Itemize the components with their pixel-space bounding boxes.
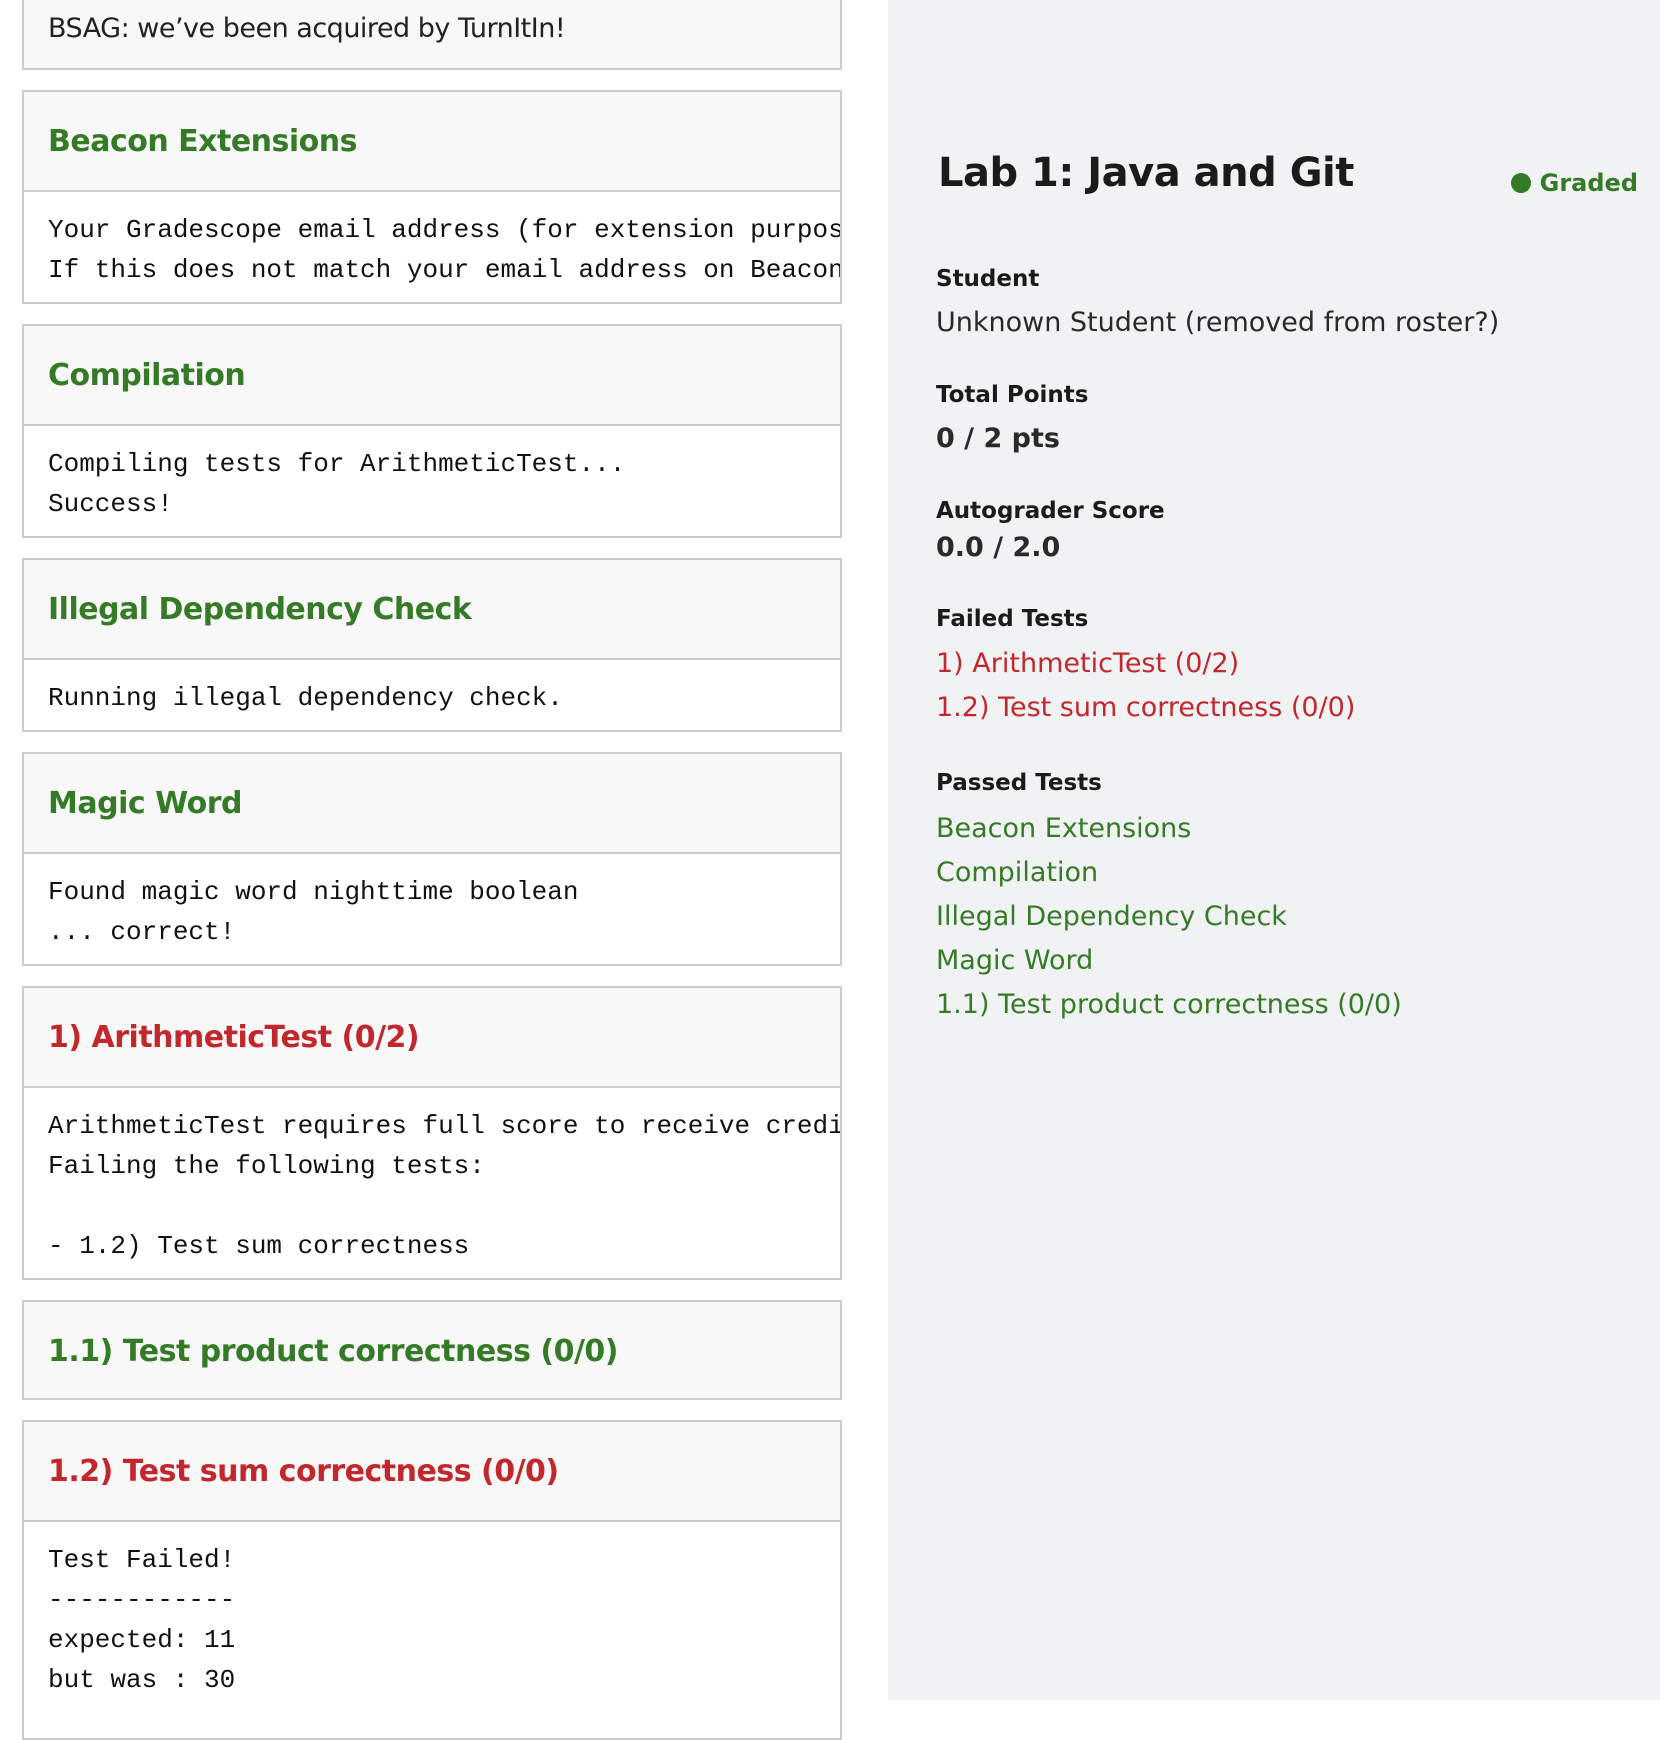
- total-points-value: 0 / 2 pts: [936, 423, 1060, 454]
- output-section-magic-word: Magic Word Found magic word nighttime bo…: [22, 752, 842, 966]
- passed-test-link[interactable]: Compilation: [936, 857, 1098, 888]
- section-title[interactable]: Compilation: [24, 326, 840, 424]
- section-output: Compiling tests for ArithmeticTest... Su…: [24, 424, 840, 536]
- autograder-score-value: 0.0 / 2.0: [936, 532, 1061, 563]
- output-section-test-sum-correctness: 1.2) Test sum correctness (0/0) Test Fai…: [22, 1420, 842, 1740]
- total-points-label: Total Points: [936, 382, 1089, 408]
- output-section-compilation: Compilation Compiling tests for Arithmet…: [22, 324, 842, 538]
- section-title[interactable]: 1.1) Test product correctness (0/0): [24, 1302, 840, 1398]
- output-section-illegal-dependency-check: Illegal Dependency Check Running illegal…: [22, 558, 842, 732]
- status-dot-icon: [1510, 173, 1531, 193]
- passed-test-link[interactable]: Illegal Dependency Check: [936, 901, 1287, 932]
- passed-test-link[interactable]: Magic Word: [936, 945, 1093, 976]
- student-label: Student: [936, 266, 1040, 292]
- assignment-title: Lab 1: Java and Git: [938, 150, 1354, 196]
- passed-test-link[interactable]: 1.1) Test product correctness (0/0): [936, 989, 1402, 1020]
- failed-tests-label: Failed Tests: [936, 606, 1089, 632]
- section-output: Test Failed! ------------ expected: 11 b…: [24, 1520, 840, 1714]
- section-title[interactable]: Beacon Extensions: [24, 92, 840, 190]
- section-output: Running illegal dependency check.: [24, 658, 840, 730]
- autograder-score-label: Autograder Score: [936, 498, 1165, 524]
- passed-test-link[interactable]: Beacon Extensions: [936, 813, 1191, 844]
- section-title[interactable]: Illegal Dependency Check: [24, 560, 840, 658]
- section-output: Your Gradescope email address (for exten…: [24, 190, 840, 302]
- output-section-beacon-extensions: Beacon Extensions Your Gradescope email …: [22, 90, 842, 304]
- section-output: ArithmeticTest requires full score to re…: [24, 1086, 840, 1278]
- section-title[interactable]: 1.2) Test sum correctness (0/0): [24, 1422, 840, 1520]
- section-output: Found magic word nighttime boolean ... c…: [24, 852, 840, 964]
- submission-summary-sidebar: Lab 1: Java and Git Graded Student Unkno…: [888, 0, 1660, 1700]
- section-title: BSAG: we’ve been acquired by TurnItIn!: [24, 0, 840, 68]
- failed-test-link[interactable]: 1) ArithmeticTest (0/2): [936, 648, 1239, 679]
- section-title[interactable]: 1) ArithmeticTest (0/2): [24, 988, 840, 1086]
- passed-tests-label: Passed Tests: [936, 770, 1102, 796]
- failed-test-link[interactable]: 1.2) Test sum correctness (0/0): [936, 692, 1355, 723]
- status-label: Graded: [1539, 169, 1638, 197]
- status-badge: Graded: [1510, 169, 1638, 197]
- output-section-arithmetic-test: 1) ArithmeticTest (0/2) ArithmeticTest r…: [22, 986, 842, 1280]
- output-section-test-product-correctness: 1.1) Test product correctness (0/0): [22, 1300, 842, 1400]
- output-section-bsag: BSAG: we’ve been acquired by TurnItIn!: [22, 0, 842, 70]
- autograder-output-panel: BSAG: we’ve been acquired by TurnItIn! B…: [0, 0, 888, 1740]
- section-title[interactable]: Magic Word: [24, 754, 840, 852]
- student-value: Unknown Student (removed from roster?): [936, 307, 1500, 338]
